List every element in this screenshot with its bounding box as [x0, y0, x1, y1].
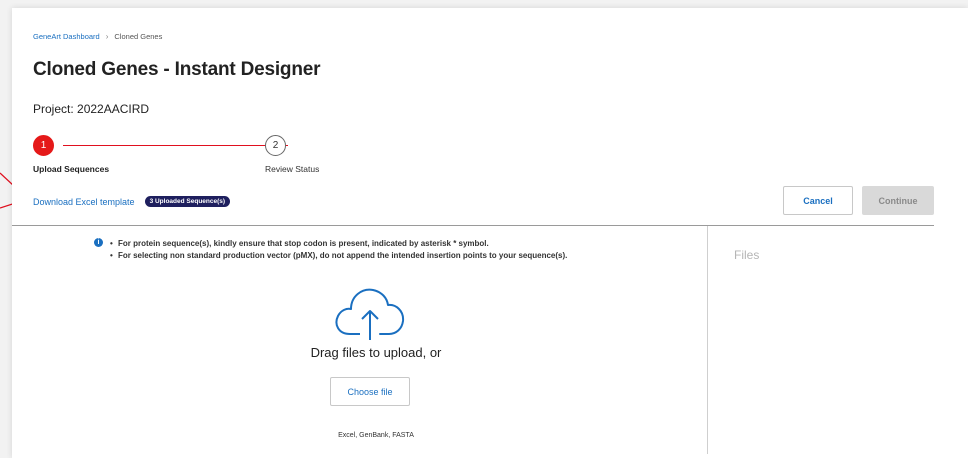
continue-button[interactable]: Continue: [862, 186, 934, 215]
step-2-label: Review Status: [265, 164, 320, 174]
cancel-button[interactable]: Cancel: [783, 186, 853, 215]
project-label: Project: 2022AACIRD: [33, 102, 150, 116]
info-icon: i: [94, 238, 103, 247]
breadcrumb-link-dashboard[interactable]: GeneArt Dashboard: [33, 32, 100, 41]
choose-file-button[interactable]: Choose file: [330, 377, 410, 406]
breadcrumb-separator: ›: [105, 32, 109, 41]
breadcrumb-current: Cloned Genes: [114, 32, 163, 41]
step-1-label: Upload Sequences: [33, 164, 110, 174]
panel-separator: [707, 226, 708, 454]
info-note: For selecting non standard production ve…: [110, 250, 567, 262]
info-notes-list: For protein sequence(s), kindly ensure t…: [94, 238, 567, 262]
page-title: Cloned Genes - Instant Designer: [33, 59, 321, 80]
step-2-circle[interactable]: 2: [265, 135, 286, 156]
cloud-upload-icon: [335, 288, 405, 340]
drag-files-text: Drag files to upload, or: [310, 345, 442, 360]
upload-info: i For protein sequence(s), kindly ensure…: [94, 238, 567, 262]
uploaded-sequences-badge: 3 Uploaded Sequence(s): [144, 196, 231, 207]
toolbar-row: Download Excel template 3 Uploaded Seque…: [33, 196, 231, 207]
accepted-formats-text: Excel, GenBank, FASTA: [338, 432, 414, 439]
stepper-progress-line: [63, 145, 288, 146]
step-1-circle[interactable]: 1: [33, 135, 54, 156]
info-note: For protein sequence(s), kindly ensure t…: [110, 238, 567, 250]
download-excel-template-link[interactable]: Download Excel template: [33, 197, 135, 207]
breadcrumb: GeneArt Dashboard › Cloned Genes: [33, 32, 162, 41]
main-card: GeneArt Dashboard › Cloned Genes Cloned …: [12, 8, 968, 458]
upload-dropzone[interactable]: i For protein sequence(s), kindly ensure…: [12, 226, 707, 458]
files-panel-title: Files: [734, 248, 760, 262]
stepper: 1 2 Upload Sequences Review Status: [33, 127, 353, 174]
